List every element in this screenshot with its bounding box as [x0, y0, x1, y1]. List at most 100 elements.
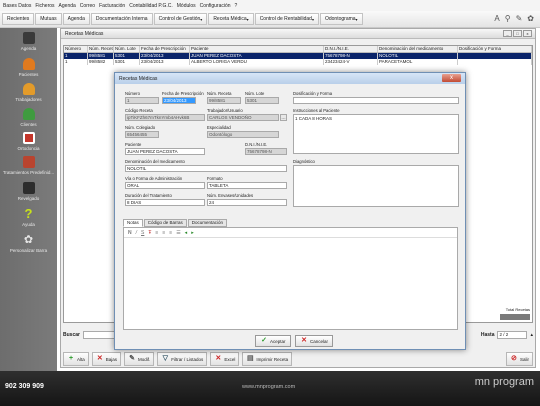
filtrar-listados-button[interactable]: ▽ Filtrar / Listados	[157, 352, 208, 366]
tab-odontograma[interactable]: Odontograma	[319, 13, 363, 25]
exit-icon: ⊘	[511, 355, 517, 362]
especialidad-label: Especialidad	[207, 125, 231, 130]
tab-codigo-barras[interactable]: Código de Barras	[143, 219, 187, 227]
window-title: Recetas Médicas	[65, 30, 104, 37]
dni-field[interactable]: 75678798-N	[245, 148, 287, 155]
font-size-icon[interactable]: A	[494, 14, 499, 23]
sidebar-item-ortodoncia[interactable]: Ortodoncia	[0, 132, 57, 151]
bold-icon[interactable]: N	[128, 230, 132, 236]
denominacion-field[interactable]: NOLOTIL	[125, 165, 287, 172]
sidebar-item-trabajadores[interactable]: Trabajadores	[0, 83, 57, 102]
column-header[interactable]: Paciente	[190, 46, 324, 52]
font-color-icon[interactable]: Ŧ	[148, 230, 151, 236]
tab-agenda[interactable]: Agenda	[62, 13, 90, 25]
footer-bar: 902 309 909 www.mnprogram.com mn program	[0, 371, 540, 406]
align-left-icon[interactable]: ≡	[155, 230, 158, 236]
notes-editor[interactable]: N / S Ŧ ≡ ≡ ≡ ☰ ◂ ▸	[123, 227, 458, 330]
menu-item-help[interactable]: ?	[235, 3, 238, 9]
cancelar-button[interactable]: ✕ Cancelar	[295, 335, 334, 347]
menu-item-contabilidad[interactable]: Contabilidad P.G.C.	[129, 3, 173, 9]
menu-item-ficheros[interactable]: Ficheros	[35, 3, 54, 9]
bajas-button[interactable]: ✕ Bajas	[91, 352, 122, 366]
sidebar-item-pacientes[interactable]: Pacientes	[0, 58, 57, 77]
num-lote-field[interactable]: 5301	[245, 97, 279, 104]
sidebar-item-label: Clientes	[20, 122, 37, 127]
duracion-field[interactable]: 8 DIAS	[125, 199, 205, 206]
align-center-icon[interactable]: ≡	[162, 230, 165, 236]
menu-item-configuracion[interactable]: Configuración	[200, 3, 231, 9]
sidebar-item-personalizar[interactable]: ✿ Personalizar Barra	[0, 234, 57, 253]
indent-icon[interactable]: ▸	[191, 230, 194, 236]
alta-button[interactable]: + Alta	[63, 352, 89, 366]
website-url[interactable]: www.mnprogram.com	[242, 384, 295, 390]
lookup-button[interactable]: …	[280, 114, 287, 121]
instrucciones-textarea[interactable]: 1 CADA 8 HORAS	[293, 114, 459, 154]
column-header[interactable]: D.N.I./N.I.E.	[324, 46, 378, 52]
via-field[interactable]: ORAL	[125, 182, 205, 189]
menu-item-modulos[interactable]: Módulos	[177, 3, 196, 9]
tab-control-gestion[interactable]: Control de Gestión	[153, 13, 208, 25]
modificar-button[interactable]: ✎ Modif.	[124, 352, 155, 366]
num-receta-field[interactable]: 99/8581	[207, 97, 241, 104]
paciente-field[interactable]: JUAN PEREZ DACOSTA	[125, 148, 205, 155]
underline-icon[interactable]: S	[141, 230, 144, 236]
tab-notas[interactable]: Notas	[123, 219, 143, 227]
bullet-list-icon[interactable]: ☰	[176, 230, 180, 236]
dialog-title-bar: Recetas Médicas	[115, 73, 465, 84]
diagnostico-textarea[interactable]	[293, 165, 459, 207]
gear-icon[interactable]: ✿	[527, 14, 534, 23]
tab-documentacion-interna[interactable]: Documentación Interna	[90, 13, 153, 25]
dialog-title: Recetas Médicas	[119, 75, 158, 82]
codigo-receta-field[interactable]: ipTiKFZh67mTknYmb4AHvk6B	[125, 114, 205, 121]
trabajador-field[interactable]: CARLOS VENDOÑO	[207, 114, 279, 121]
fecha-label: Fecha de Prescripción	[162, 91, 204, 96]
tab-documentacion[interactable]: Documentación	[187, 219, 228, 227]
maximize-icon[interactable]: □	[513, 30, 522, 37]
italic-icon[interactable]: /	[136, 230, 137, 236]
column-header[interactable]: Núm. Lote	[114, 46, 140, 52]
column-header[interactable]: Número	[64, 46, 88, 52]
formato-field[interactable]: TABLETA	[207, 182, 287, 189]
page-up-icon[interactable]: ▴	[530, 332, 533, 338]
close-icon[interactable]: x	[523, 30, 532, 37]
dosificacion-field[interactable]	[293, 97, 459, 104]
sidebar-item-label: Revelgado	[17, 196, 40, 201]
column-header[interactable]: Denominación del medicamento	[378, 46, 458, 52]
minimize-icon[interactable]: _	[503, 30, 512, 37]
column-header[interactable]: Núm. Receta	[88, 46, 114, 52]
colegiado-field[interactable]: 65456455	[125, 131, 159, 138]
table-cell: PARACETAMOL	[378, 59, 458, 65]
add-icon: +	[68, 355, 74, 362]
sidebar-item-tratamientos[interactable]: Tratamientos Predefinid...	[0, 156, 57, 175]
outdent-icon[interactable]: ◂	[185, 230, 188, 236]
excel-button[interactable]: ✕ Excel	[210, 352, 240, 366]
action-toolbar: + Alta ✕ Bajas ✎ Modif. ▽ Filtrar / Listados…	[63, 351, 533, 367]
menu-item-facturacion[interactable]: Facturación	[99, 3, 125, 9]
especialidad-field[interactable]: Odontólogo	[207, 131, 279, 138]
salir-button[interactable]: ⊘ Salir	[505, 352, 533, 366]
fecha-field[interactable]: 23/04/2013	[162, 97, 196, 104]
settings-icon[interactable]: ✎	[516, 14, 523, 23]
imprimir-receta-button[interactable]: ▤ Imprimir Receta	[242, 352, 293, 366]
tab-receta-medica[interactable]: Receta Médica	[208, 13, 254, 25]
column-header[interactable]: Fecha de Prescripción	[140, 46, 190, 52]
sidebar-item-ayuda[interactable]: ? Ayuda	[0, 207, 57, 227]
sidebar-item-agenda[interactable]: Agenda	[0, 32, 57, 51]
sidebar-item-revelgado[interactable]: Revelgado	[0, 182, 57, 201]
menu-item-agenda[interactable]: Agenda	[59, 3, 76, 9]
menu-item-bases-datos[interactable]: Bases Datos	[3, 3, 31, 9]
sidebar-item-clientes[interactable]: Clientes	[0, 108, 57, 127]
aceptar-button[interactable]: ✓ Aceptar	[255, 335, 291, 347]
numero-field[interactable]: 1	[125, 97, 159, 104]
search-icon[interactable]: ⚲	[505, 14, 511, 23]
align-right-icon[interactable]: ≡	[169, 230, 172, 236]
tab-recientes[interactable]: Recientes	[2, 13, 35, 25]
table-row[interactable]: 1 99/8582 5301 23/04/2013 ALBERTO LORIGA…	[64, 59, 532, 65]
envases-field[interactable]: 24	[207, 199, 287, 206]
column-header[interactable]: Dosificación y Forma	[458, 46, 532, 52]
close-icon[interactable]: x	[442, 74, 461, 82]
window-title-bar: Recetas Médicas	[61, 29, 535, 39]
tab-control-rentabilidad[interactable]: Control de Rentabilidad	[254, 13, 319, 25]
menu-item-correo[interactable]: Correo	[80, 3, 95, 9]
tab-mutuas[interactable]: Mutuas	[35, 13, 62, 25]
